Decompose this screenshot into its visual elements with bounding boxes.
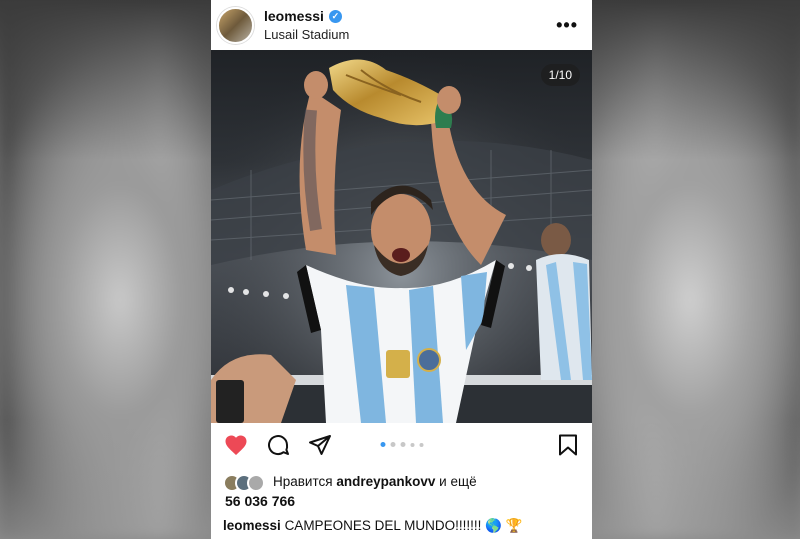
media-counter: 1/10 bbox=[540, 64, 580, 86]
likes-text[interactable]: Нравится andreypankovv и ещё bbox=[273, 473, 477, 490]
username-row: leomessi ✓ bbox=[264, 8, 550, 24]
carousel-dot-active bbox=[380, 442, 385, 447]
caption-emoji: 🌎 🏆 bbox=[485, 518, 523, 533]
likes-count[interactable]: 56 036 766 bbox=[211, 493, 592, 509]
post-photo[interactable]: 1/10 bbox=[211, 50, 592, 423]
carousel-dot bbox=[419, 442, 423, 447]
liker-avatar bbox=[247, 474, 265, 492]
instagram-post: leomessi ✓ Lusail Stadium ••• 1/10 Нрави… bbox=[211, 0, 592, 539]
liker-avatars[interactable] bbox=[223, 474, 265, 492]
carousel-dot bbox=[410, 442, 414, 447]
liker-username[interactable]: andreypankovv bbox=[336, 474, 435, 489]
profile-avatar[interactable] bbox=[217, 6, 254, 44]
bookmark-icon[interactable] bbox=[558, 434, 578, 461]
comment-icon[interactable] bbox=[265, 432, 291, 458]
heart-icon[interactable] bbox=[223, 432, 249, 458]
send-icon[interactable] bbox=[307, 432, 333, 458]
carousel-dot bbox=[400, 442, 405, 447]
post-location[interactable]: Lusail Stadium bbox=[264, 27, 550, 42]
trophy-celebration-image bbox=[211, 50, 592, 423]
post-caption: leomessi CAMPEONES DEL MUNDO!!!!!!! 🌎 🏆 bbox=[211, 509, 592, 534]
carousel-dot bbox=[390, 442, 395, 447]
likes-suffix: и ещё bbox=[439, 474, 477, 489]
verified-badge-icon: ✓ bbox=[328, 9, 342, 23]
likes-row: Нравится andreypankovv и ещё bbox=[211, 467, 592, 492]
user-block: leomessi ✓ Lusail Stadium bbox=[264, 8, 550, 42]
caption-text: CAMPEONES DEL MUNDO!!!!!!! bbox=[284, 518, 482, 533]
caption-author[interactable]: leomessi bbox=[223, 518, 281, 533]
more-options-icon[interactable]: ••• bbox=[550, 15, 584, 36]
action-bar bbox=[211, 423, 592, 467]
post-header: leomessi ✓ Lusail Stadium ••• bbox=[211, 0, 592, 50]
likes-prefix: Нравится bbox=[273, 474, 333, 489]
username[interactable]: leomessi bbox=[264, 8, 324, 24]
carousel-indicator bbox=[380, 442, 423, 447]
